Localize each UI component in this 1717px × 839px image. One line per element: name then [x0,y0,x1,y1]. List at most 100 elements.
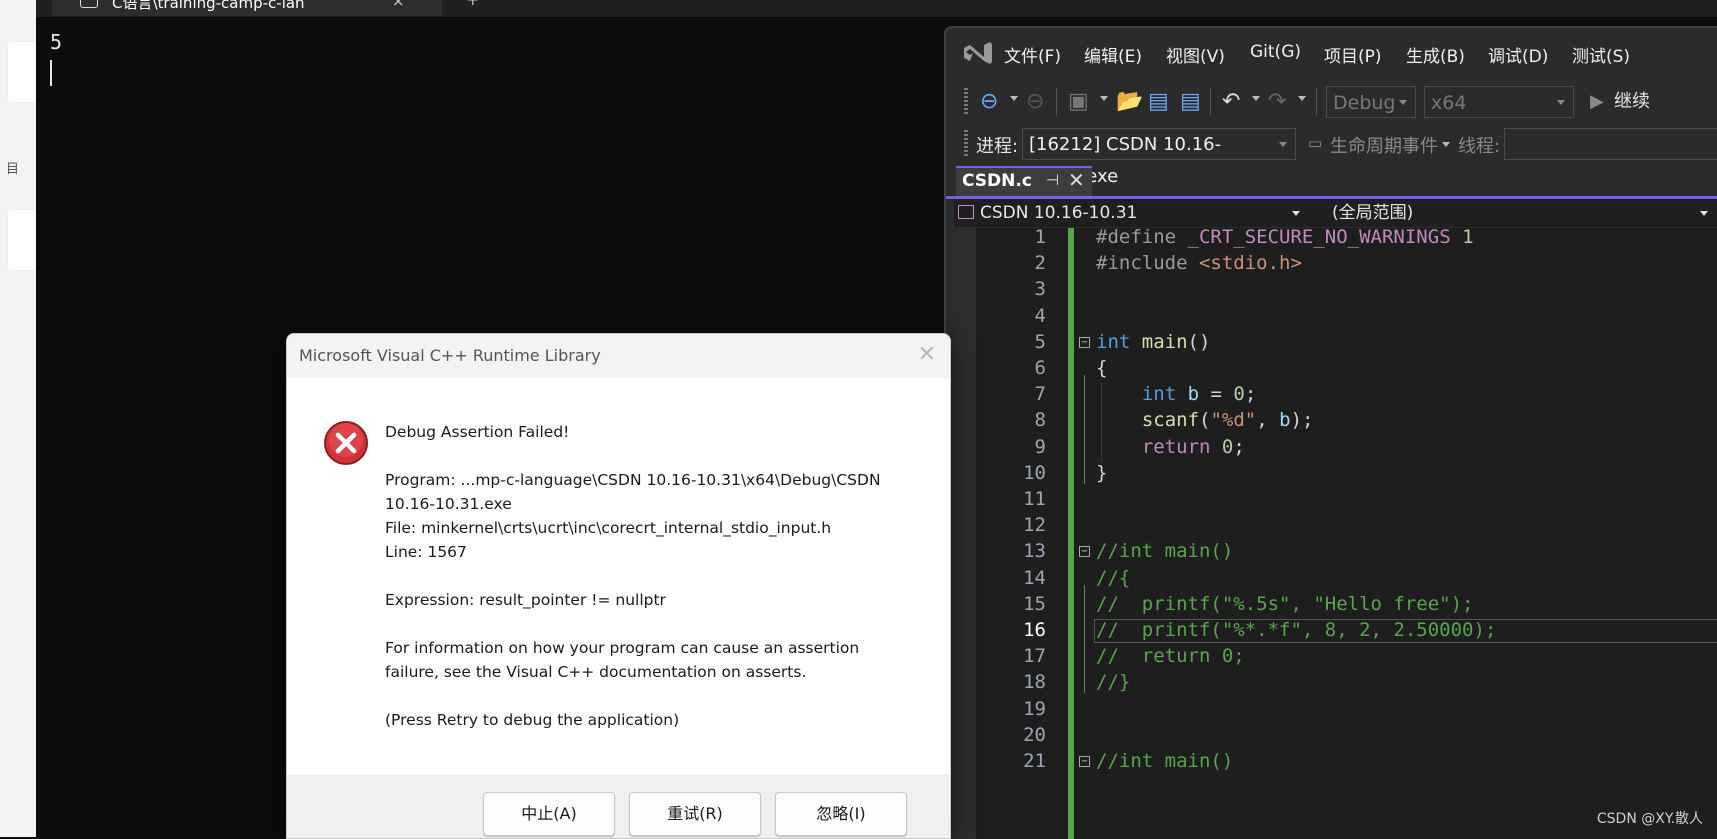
continue-play-icon[interactable]: ▶ [1590,90,1604,114]
chevron-down-icon[interactable] [1442,142,1450,147]
chevron-down-icon [1279,142,1287,147]
code-line[interactable]: 9 return 0; [954,436,1717,462]
code-line[interactable]: 20 [954,724,1717,750]
menu-view[interactable]: 视图(V) [1166,42,1225,67]
code-line[interactable]: 8 scanf("%d", b); [954,409,1717,435]
code-line[interactable]: 1 #define _CRT_SECURE_NO_WARNINGS 1 [954,226,1717,252]
abort-button[interactable]: 中止(A) [483,792,615,836]
sidebar-card[interactable] [8,210,36,270]
info-text: For information on how your program can … [385,639,860,657]
fold-region-line [1084,375,1085,484]
chevron-down-icon [1292,211,1300,216]
close-icon[interactable]: × [392,0,405,10]
line-number: 12 [1023,514,1046,537]
line-number: 2 [1034,252,1046,275]
forward-icon[interactable]: ⊖ [1026,90,1044,114]
ignore-button[interactable]: 忽略(I) [775,792,907,836]
toolbar-separator [1316,88,1317,116]
code-text: // printf("%.5s", "Hello free"); [1096,592,1474,615]
collapse-icon[interactable]: − [1079,546,1090,558]
menu-edit[interactable]: 编辑(E) [1084,42,1142,67]
dialog-message: Debug Assertion Failed! Program: ...mp-c… [385,420,925,732]
project-dropdown[interactable]: CSDN 10.16-10.31 [958,199,1308,227]
collapse-icon[interactable]: − [1079,756,1090,767]
open-folder-icon[interactable]: 📂 [1116,90,1143,114]
menu-project[interactable]: 项目(P) [1324,42,1382,67]
lifecycle-events-dropdown[interactable]: 生命周期事件 [1330,132,1438,158]
code-line[interactable]: 17 // return 0; [954,645,1717,671]
code-line[interactable]: 14 //{ [954,567,1717,593]
chevron-down-icon[interactable] [1252,96,1260,101]
code-line[interactable]: 3 [954,278,1717,304]
code-line[interactable]: 21 −//int main() [954,750,1717,776]
code-line[interactable]: 16 // printf("%*.*f", 8, 2, 2.50000); [954,619,1717,645]
retry-button[interactable]: 重试(R) [629,792,761,836]
indent-guide [1101,383,1102,462]
program-path: Program: ...mp-c-language\CSDN 10.16-10.… [385,471,881,489]
platform-dropdown[interactable]: x64 [1424,86,1574,118]
code-line[interactable]: 2 #include <stdio.h> [954,252,1717,278]
close-icon[interactable]: ✕ [918,342,936,367]
code-text: } [1096,461,1108,484]
document-tab-strip: CSDN.c ⊣ ✕ [946,166,1717,199]
scope-dropdown[interactable]: (全局范围) [1318,199,1717,227]
code-line[interactable]: 5 − int main() [954,331,1717,357]
program-path-cont: 10.16-10.31.exe [385,495,512,513]
close-icon[interactable]: ✕ [1068,168,1085,192]
thread-dropdown[interactable] [1504,128,1717,160]
line-number: 16 [1023,619,1046,641]
code-line[interactable]: 11 [954,488,1717,514]
line-number: 20 [1023,723,1046,746]
undo-icon[interactable]: ↶ [1222,90,1240,114]
navigation-bar: CSDN 10.16-10.31 (全局范围) [954,199,1717,227]
line-number: 10 [1023,461,1046,484]
code-line[interactable]: 4 [954,305,1717,331]
back-icon[interactable]: ⊖ [980,90,998,114]
dialog-button-bar: 中止(A) 重试(R) 忽略(I) [287,774,950,838]
collapse-icon[interactable]: − [1079,336,1090,348]
new-tab-button[interactable]: + [466,0,479,9]
menu-file[interactable]: 文件(F) [1004,42,1061,67]
visual-studio-window: 文件(F) 编辑(E) 视图(V) Git(G) 项目(P) 生成(B) 调试(… [944,26,1717,839]
code-editor[interactable]: 1 #define _CRT_SECURE_NO_WARNINGS 1 2 #incl… [954,226,1717,839]
code-line[interactable]: 7 int b = 0; [954,383,1717,409]
lifecycle-events-icon[interactable]: ▭ [1308,134,1322,152]
new-project-icon[interactable]: ▣ [1068,90,1089,114]
menu-build[interactable]: 生成(B) [1406,42,1465,67]
code-line[interactable]: 10} [954,462,1717,488]
continue-button[interactable]: 继续 [1614,90,1650,114]
redo-icon[interactable]: ↷ [1268,90,1286,114]
visual-studio-logo-icon [964,42,992,64]
toolbar-separator [1210,88,1211,116]
code-line[interactable]: 12 [954,514,1717,540]
menu-bar: 文件(F) 编辑(E) 视图(V) Git(G) 项目(P) 生成(B) 调试(… [946,28,1717,78]
save-icon[interactable]: ▤ [1148,90,1169,114]
dialog-title-bar[interactable]: Microsoft Visual C++ Runtime Library ✕ [287,334,950,378]
tab-csdn-c[interactable]: CSDN.c ⊣ ✕ [956,166,1092,196]
configuration-dropdown[interactable]: Debug [1326,86,1416,118]
code-line[interactable]: 6{ [954,357,1717,383]
sidebar-card[interactable] [8,42,36,102]
line-number: 19 [1023,697,1046,720]
terminal-tab[interactable]: C语言\training-camp-c-lan × [52,0,442,16]
info-text-cont: failure, see the Visual C++ documentatio… [385,663,807,681]
chevron-down-icon[interactable] [1010,96,1018,101]
code-line[interactable]: 19 [954,698,1717,724]
toolbar-grip[interactable] [964,130,968,158]
toolbar-grip[interactable] [964,88,968,116]
code-line[interactable]: 13 −//int main() [954,540,1717,566]
sidebar-label: 目 [6,162,20,177]
code-line[interactable]: 15 // printf("%.5s", "Hello free"); [954,593,1717,619]
thread-label: 线程: [1458,136,1501,157]
pin-icon[interactable]: ⊣ [1046,171,1059,189]
line-number: 15 [1023,592,1046,615]
platform-value: x64 [1431,92,1467,114]
menu-debug[interactable]: 调试(D) [1488,42,1548,67]
save-all-icon[interactable]: ▤ [1180,90,1201,114]
chevron-down-icon[interactable] [1100,96,1108,101]
process-dropdown[interactable]: [16212] CSDN 10.16-10.31.exe [1022,128,1296,187]
chevron-down-icon[interactable] [1298,96,1306,101]
menu-git[interactable]: Git(G) [1250,42,1301,62]
menu-test[interactable]: 测试(S) [1572,42,1630,67]
code-line[interactable]: 18 //} [954,671,1717,697]
